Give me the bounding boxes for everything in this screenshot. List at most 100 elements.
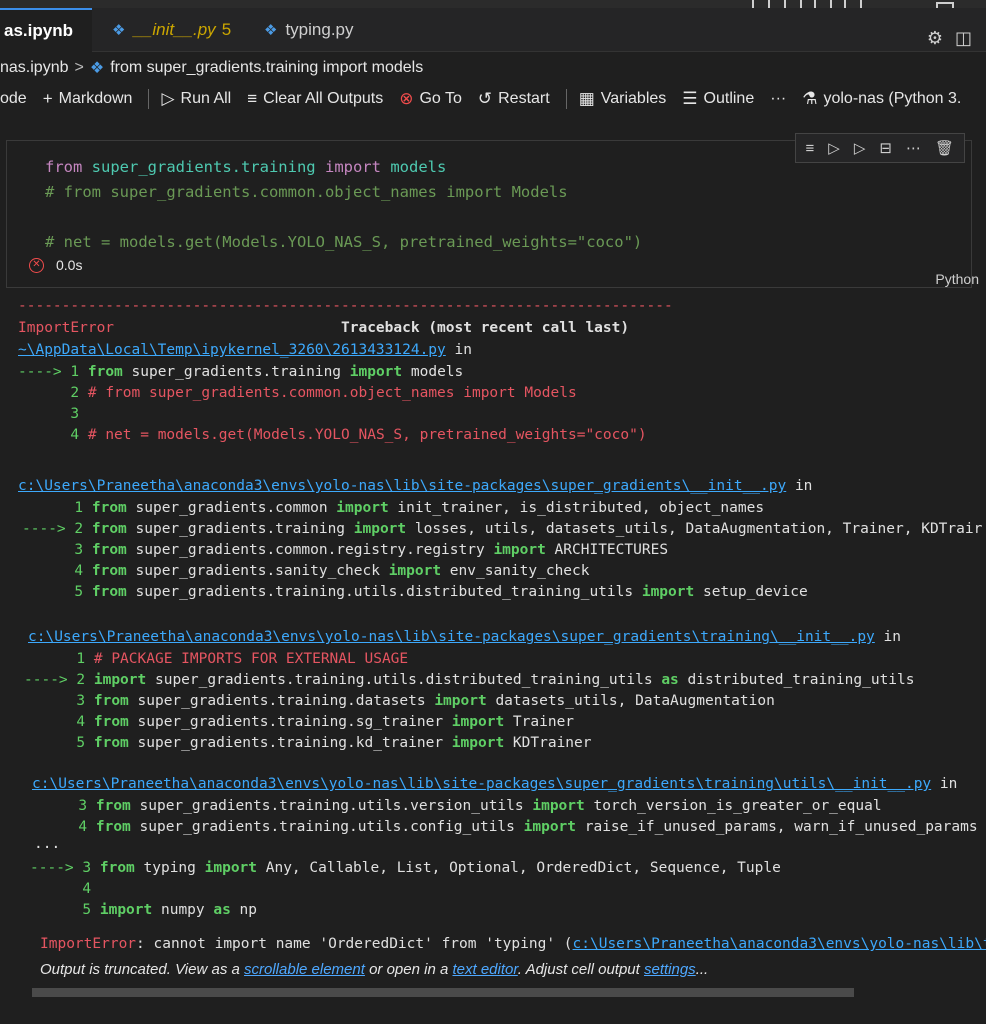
notebook-toolbar: ode + Markdown ▷ Run All ≡ Clear All Out… (0, 82, 986, 116)
line-number: 2 (70, 385, 88, 401)
code-keyword: import (434, 693, 487, 709)
cell-language-picker[interactable]: Python (935, 271, 979, 287)
delete-cell-icon[interactable]: 🗑 (935, 139, 954, 157)
clear-all-icon: ≡ (247, 89, 258, 108)
code-comment: # from super_gradients.common.object_nam… (45, 183, 568, 201)
traceback-code-line: ----> 3 from typing import Any, Callable… (30, 858, 781, 878)
line-number: 2 (76, 672, 94, 688)
kernel-picker[interactable]: ⚗ yolo-nas (Python 3. (802, 89, 961, 109)
code-keyword: import (451, 735, 505, 751)
code-keyword: import (451, 714, 505, 730)
frame-path-link[interactable]: c:\Users\Praneetha\anaconda3\envs\yolo-n… (18, 478, 786, 494)
code-keyword: from (91, 542, 127, 558)
code-text: super_gradients.training.kd_trainer (128, 735, 452, 751)
kernel-icon: ⚗ (802, 89, 818, 108)
tab-typing-py[interactable]: ❖ typing.py (254, 8, 384, 52)
code-keyword: from (91, 563, 127, 579)
frame-path-link[interactable]: c:\Users\Praneetha\anaconda3\envs\yolo-n… (28, 629, 875, 645)
tab-label: as.ipynb (4, 21, 73, 40)
line-arrow (18, 385, 70, 401)
code-keyword: from (91, 521, 127, 537)
plus-icon: + (42, 89, 53, 108)
code-text: Any, Callable, List, Optional, OrderedDi… (257, 860, 781, 876)
line-number: 5 (76, 735, 94, 751)
variables-button[interactable]: ▦ Variables (579, 89, 667, 109)
vscode-window: as.ipynb ❖ __init__.py 5 ❖ typing.py ⚙ ◫… (0, 0, 986, 1024)
code-text: torch_version_is_greater_or_equal (584, 798, 882, 814)
execution-time: 0.0s (56, 257, 83, 273)
code-text: init_trainer, is_distributed, object_nam… (388, 500, 765, 516)
traceback-code-line: 4 from super_gradients.sanity_check impo… (22, 561, 589, 581)
frame-path-link[interactable]: ~\AppData\Local\Temp\ipykernel_3260\2613… (18, 342, 446, 358)
settings-link[interactable]: settings (644, 961, 696, 978)
code-text: distributed_training_utils (678, 672, 915, 688)
code-keyword: import (523, 819, 577, 835)
clear-outputs-label: Clear All Outputs (263, 90, 384, 107)
goto-label: Go To (419, 90, 462, 107)
line-arrow (22, 500, 74, 516)
split-editor-icon[interactable]: ◫ (955, 28, 972, 49)
line-arrow (22, 542, 74, 558)
execute-above-icon[interactable]: ▷ (828, 139, 840, 157)
add-markdown-button[interactable]: + Markdown (43, 89, 133, 109)
execute-below-icon[interactable]: ▷ (854, 139, 866, 157)
traceback-header: ImportError Traceback (most recent call … (18, 318, 629, 338)
tab-notebook[interactable]: as.ipynb (0, 8, 92, 52)
goto-button[interactable]: ⊗ Go To (399, 89, 462, 109)
traceback-code-line: ----> 2 from super_gradients.training im… (22, 519, 982, 539)
final-error-message: : cannot import name 'OrderedDict' from … (136, 936, 573, 952)
code-comment: # from super_gradients.common.object_nam… (87, 385, 577, 401)
code-keyword: from (93, 693, 129, 709)
code-text: super_gradients.training.datasets (128, 693, 435, 709)
code-keyword: from (87, 364, 123, 380)
outline-button[interactable]: ☰ Outline (682, 89, 754, 109)
code-module: super_gradients.training (91, 158, 316, 176)
tab-label: __init__.py (133, 20, 216, 39)
add-code-cell-button[interactable]: ode (0, 90, 27, 108)
code-keyword: import (99, 902, 153, 918)
traceback-code-line: 1 from super_gradients.common import ini… (22, 498, 764, 518)
final-error-path-link[interactable]: c:\Users\Praneetha\anaconda3\envs\yolo-n… (573, 936, 986, 952)
code-text: ARCHITECTURES (545, 542, 669, 558)
python-file-icon: ❖ (112, 22, 126, 39)
final-error-name: ImportError (40, 936, 137, 952)
traceback-code-line: 4 # net = models.get(Models.YOLO_NAS_S, … (18, 425, 647, 445)
more-actions-button[interactable]: ··· (770, 90, 786, 108)
horizontal-scrollbar[interactable] (32, 988, 854, 997)
traceback-code-line: ----> 2 import super_gradients.training.… (24, 670, 914, 690)
code-editor[interactable]: from super_gradients.training import mod… (45, 155, 642, 255)
code-keyword: import (353, 521, 407, 537)
text-editor-link[interactable]: text editor (452, 961, 517, 978)
tab-init-py[interactable]: ❖ __init__.py 5 (102, 8, 252, 52)
frame-path-link[interactable]: c:\Users\Praneetha\anaconda3\envs\yolo-n… (32, 776, 931, 792)
line-number: 1 (74, 500, 92, 516)
cell-toolbar: ≡ ▷ ▷ ⊟ ⋯ 🗑 (794, 133, 965, 163)
traceback-divider: ----------------------------------------… (18, 298, 673, 314)
line-number: 4 (82, 881, 100, 897)
run-by-line-icon[interactable]: ≡ (806, 140, 815, 157)
add-code-label: ode (0, 90, 27, 107)
restart-button[interactable]: ↺ Restart (478, 89, 550, 109)
chevron-right-icon: > (74, 59, 84, 76)
more-icon[interactable]: ⋯ (906, 139, 921, 157)
code-keyword: import (532, 798, 585, 814)
line-arrow (24, 714, 76, 730)
scrollable-element-link[interactable]: scrollable element (244, 961, 365, 978)
breadcrumb-file[interactable]: nas.ipynb (0, 59, 69, 77)
gear-icon[interactable]: ⚙ (927, 28, 943, 49)
split-cell-icon[interactable]: ⊟ (879, 139, 892, 157)
final-error-line: ImportError: cannot import name 'Ordered… (40, 934, 986, 954)
code-cell[interactable]: ≡ ▷ ▷ ⊟ ⋯ 🗑 from super_gradients.trainin… (6, 133, 979, 288)
run-all-button[interactable]: ▷ Run All (161, 89, 231, 109)
breadcrumb-symbol[interactable]: from super_gradients.training import mod… (110, 59, 423, 77)
traceback-code-line: 3 from super_gradients.common.registry.r… (22, 540, 668, 560)
line-number: 3 (78, 798, 96, 814)
code-comment: # net = models.get(Models.YOLO_NAS_S, pr… (87, 427, 647, 443)
truncated-note: Output is truncated. View as a scrollabl… (40, 960, 708, 980)
code-text: super_gradients.common.registry.registry (126, 542, 494, 558)
traceback-ellipsis: ... (34, 836, 61, 852)
code-text: super_gradients.training.utils.distribut… (126, 584, 642, 600)
traceback-code-line: 5 from super_gradients.training.utils.di… (22, 582, 807, 602)
clear-outputs-button[interactable]: ≡ Clear All Outputs (247, 89, 383, 109)
code-text: datasets_utils, DataAugmentation (486, 693, 775, 709)
